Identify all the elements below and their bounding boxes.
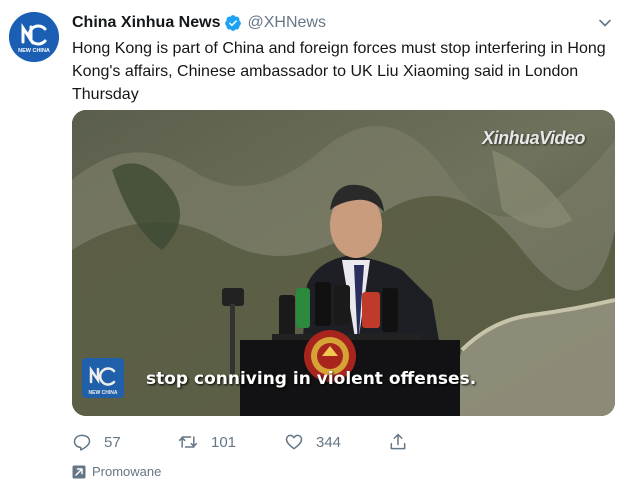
video-watermark: XinhuaVideo [482,128,585,148]
retweet-icon [178,436,198,448]
avatar-caption: NEW CHINA [18,48,50,54]
reply-count: 57 [104,433,121,451]
author-handle[interactable]: @XHNews [247,14,325,32]
xinhua-logo-icon: NEW CHINA [9,12,59,62]
promoted-label[interactable]: Promowane [72,464,161,479]
tweet-header: China Xinhua News @XHNews [72,12,326,34]
chevron-down-icon[interactable] [596,14,614,32]
tweet-actions: 57 101 344 [72,432,612,454]
verified-badge-icon [224,14,242,32]
avatar[interactable]: NEW CHINA [9,12,59,62]
tweet-text: Hong Kong is part of China and foreign f… [72,40,606,103]
retweet-count: 101 [211,433,237,451]
reply-icon [73,434,91,451]
share-icon [390,433,406,450]
promoted-arrow-icon [72,465,86,479]
like-button[interactable]: 344 [284,432,341,452]
promoted-text: Promowane [92,464,162,479]
share-button[interactable] [388,432,420,452]
reply-button[interactable]: 57 [72,432,121,452]
xinhua-small-logo-icon: NEW CHINA [82,358,124,398]
video-subtitle: stop conniving in violent offenses. [146,369,477,389]
small-logo-caption: NEW CHINA [89,390,118,396]
retweet-button[interactable]: 101 [177,432,236,452]
author-name[interactable]: China Xinhua News [72,14,220,32]
tweet-card[interactable]: NEW CHINA China Xinhua News @XHNews Hong… [0,0,626,496]
heart-icon [285,434,303,450]
like-count: 344 [316,433,342,451]
video-player[interactable]: XinhuaVideo NEW CHINA stop conniving in … [72,110,615,416]
